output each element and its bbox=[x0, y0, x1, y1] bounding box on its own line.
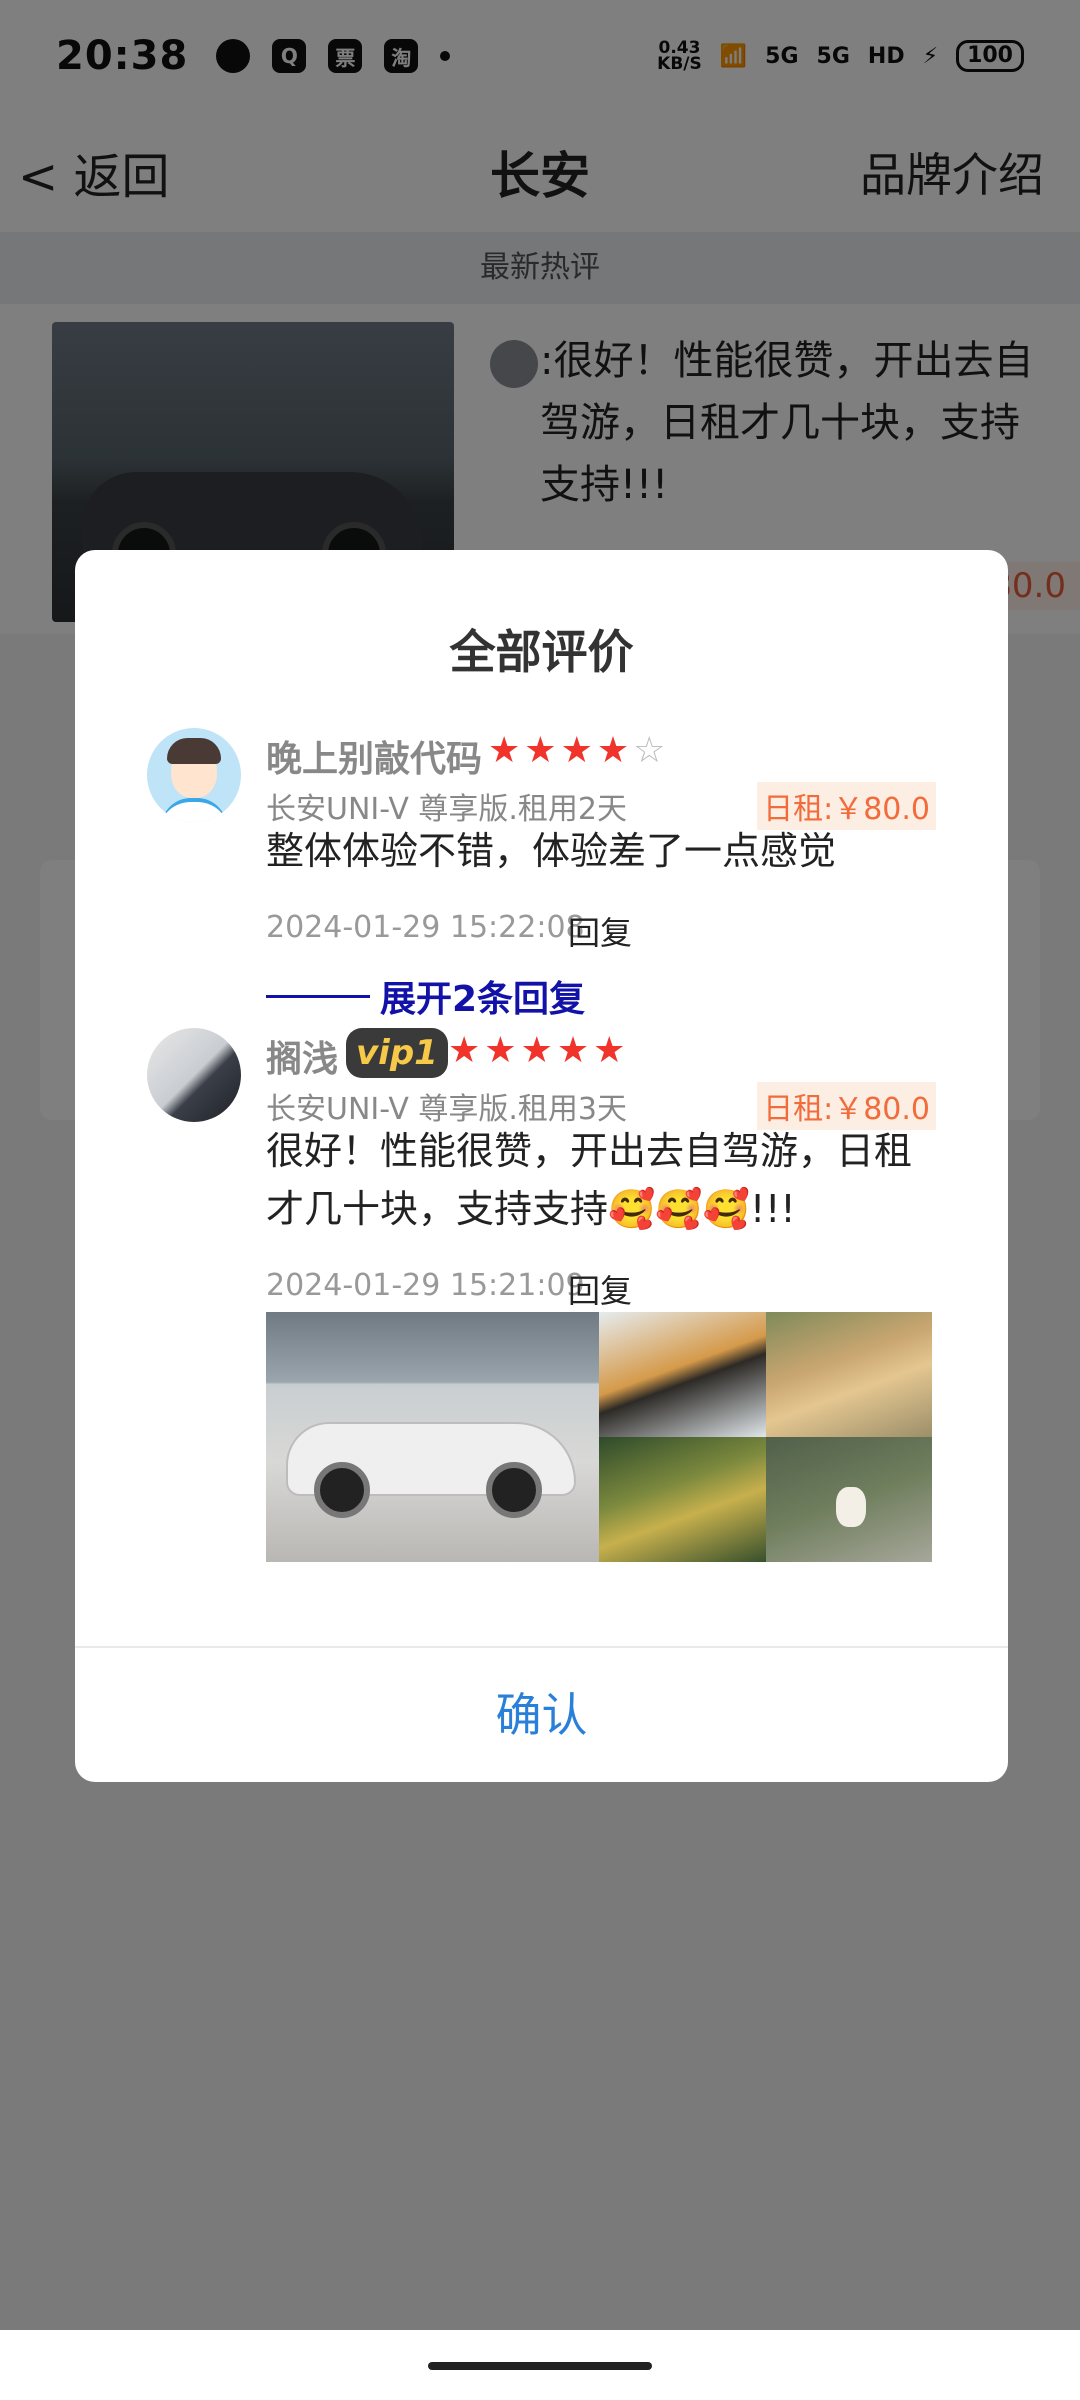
reply-button[interactable]: 回复 bbox=[568, 908, 632, 954]
review-photo-leopard[interactable] bbox=[599, 1437, 766, 1562]
all-reviews-dialog: 全部评价 晚上别敲代码 ★★★★☆ 长安UNI-V 尊享版.租用2天 日租:￥8… bbox=[75, 550, 1008, 1782]
star-icon: ★ bbox=[484, 1030, 521, 1071]
star-icon: ★ bbox=[593, 1030, 630, 1071]
expand-replies-button[interactable]: 展开2条回复 bbox=[266, 970, 585, 1022]
review-photo-cat[interactable] bbox=[765, 1437, 932, 1562]
vip-badge: vip1 bbox=[346, 1028, 448, 1078]
review-photos bbox=[266, 1312, 932, 1562]
review-photo-grid bbox=[599, 1312, 932, 1562]
review-photo-lion[interactable] bbox=[765, 1312, 932, 1437]
review-date: 2024-01-29 15:22:08 bbox=[266, 910, 585, 945]
star-icon: ★ bbox=[520, 1030, 557, 1071]
divider-line bbox=[266, 994, 370, 998]
rating-stars: ★★★★☆ bbox=[488, 730, 669, 771]
reply-button[interactable]: 回复 bbox=[568, 1266, 632, 1312]
avatar[interactable] bbox=[147, 728, 241, 822]
dialog-title: 全部评价 bbox=[449, 625, 634, 679]
star-icon: ★ bbox=[556, 1030, 594, 1071]
review-text: 整体体验不错，体验差了一点感觉 bbox=[266, 829, 837, 873]
review-photo-car[interactable] bbox=[266, 1312, 599, 1562]
reviewer-name: 晚上别敲代码 bbox=[266, 739, 483, 780]
star-icon: ★ bbox=[560, 730, 597, 771]
screen: 20:38 Q 票 淘 0.43 KB/S 📶 5G 5G HD ⚡ 100 <… bbox=[0, 0, 1080, 2400]
confirm-button[interactable]: 确认 bbox=[75, 1648, 1008, 1782]
reviewer-name: 搁浅 bbox=[266, 1039, 339, 1080]
home-indicator[interactable] bbox=[428, 2362, 652, 2370]
review-photo-tiger[interactable] bbox=[599, 1312, 766, 1437]
rating-stars: ★★★★★ bbox=[448, 1030, 629, 1071]
review-date: 2024-01-29 15:21:09 bbox=[266, 1268, 585, 1303]
review-text: 很好！性能很赞，开出去自驾游，日租才几十块，支持支持🥰🥰🥰!!! bbox=[266, 1129, 913, 1231]
star-icon: ★ bbox=[596, 730, 634, 771]
avatar[interactable] bbox=[147, 1028, 241, 1122]
star-icon: ★ bbox=[524, 730, 561, 771]
star-icon: ★ bbox=[448, 1030, 485, 1071]
star-icon: ★ bbox=[488, 730, 525, 771]
star-outline-icon: ☆ bbox=[633, 730, 670, 771]
